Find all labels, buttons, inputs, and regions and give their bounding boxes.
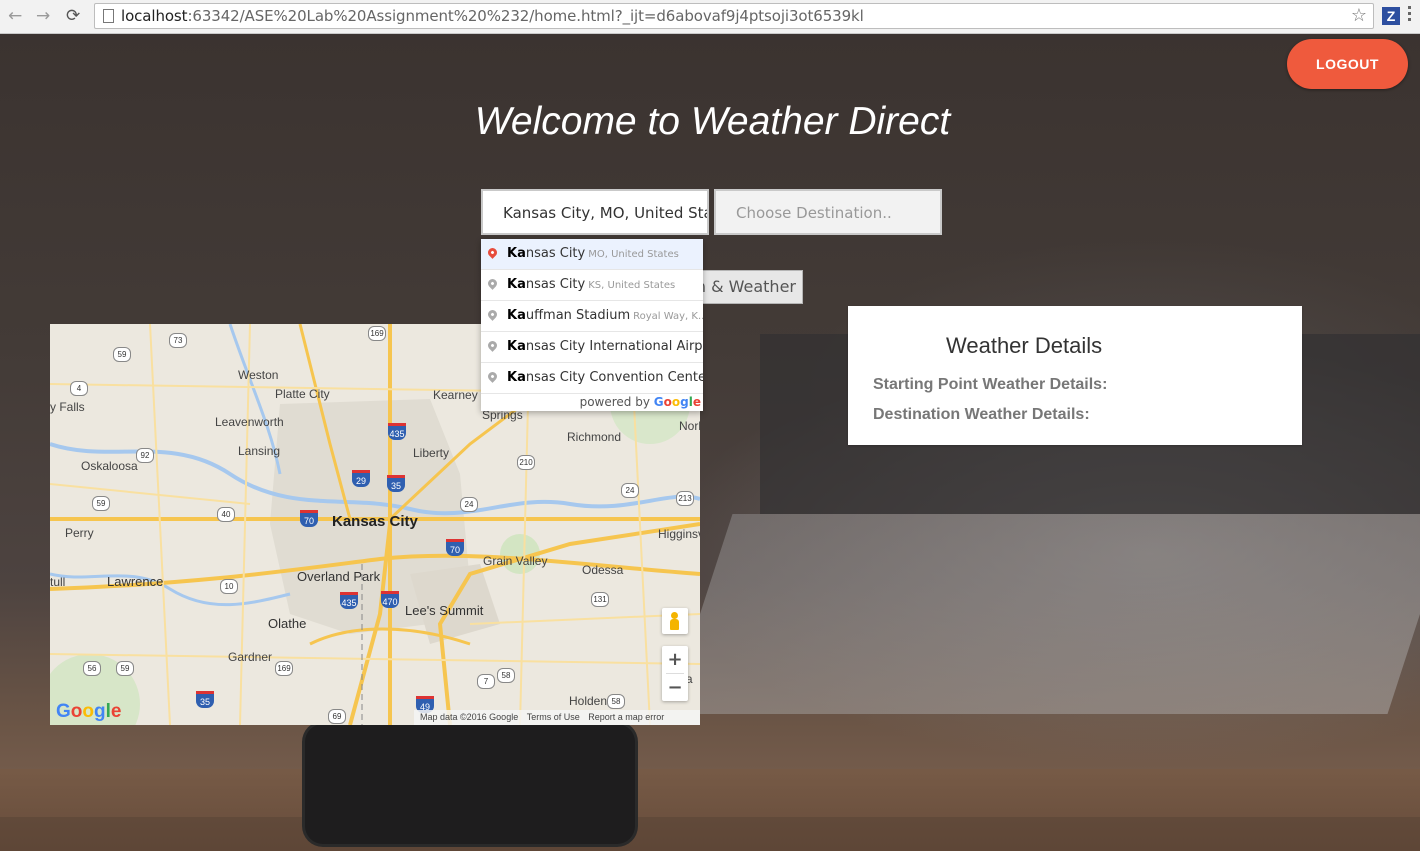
autocomplete-dropdown: Kansas City MO, United States Kansas City… — [481, 239, 703, 411]
map-label-higginsville: Higginsv — [658, 527, 700, 541]
map-label-gardner: Gardner — [228, 650, 273, 664]
route-58-icon: 58 — [497, 668, 515, 683]
forward-arrow-icon[interactable]: → — [36, 6, 50, 26]
map-pin-icon — [486, 277, 499, 290]
phone-photo — [305, 724, 635, 844]
map-pin-icon — [486, 308, 499, 321]
map-label-falls: y Falls — [50, 400, 85, 414]
map-label-oskaloosa: Oskaloosa — [81, 459, 138, 473]
zoom-out-button[interactable]: − — [662, 674, 688, 701]
autocomplete-item[interactable]: Kauffman Stadium Royal Way, K... — [481, 301, 703, 332]
map-label-lees-summit: Lee's Summit — [405, 603, 484, 618]
route-40-icon: 40 — [217, 507, 235, 522]
route-59-south-icon: 59 — [92, 496, 110, 511]
back-arrow-icon[interactable]: ← — [8, 6, 22, 26]
interstate-70-icon: 70 — [300, 510, 318, 527]
route-10-icon: 10 — [220, 579, 238, 594]
address-bar[interactable]: localhost:63342/ASE%20Lab%20Assignment%2… — [94, 3, 1374, 29]
interstate-470-icon: 470 — [381, 591, 399, 608]
weather-details-title: Weather Details — [946, 333, 1103, 358]
autocomplete-item[interactable]: Kansas City KS, United States — [481, 270, 703, 301]
map-label-lawrence: Lawrence — [107, 574, 164, 589]
start-weather-label: Starting Point Weather Details: — [873, 376, 1108, 393]
map-data-text: Map data ©2016 Google — [420, 712, 519, 722]
map-pin-icon — [486, 246, 499, 259]
map-label-liberty: Liberty — [413, 446, 450, 460]
route-69-icon: 69 — [328, 709, 346, 724]
route-58-east-icon: 58 — [607, 694, 625, 709]
autocomplete-item[interactable]: Kansas City International Airpo... — [481, 332, 703, 363]
terms-of-use-link[interactable]: Terms of Use — [527, 712, 580, 722]
origin-input[interactable]: Kansas City, MO, United States — [481, 189, 709, 235]
route-169-south-icon: 169 — [275, 661, 293, 676]
map-label-richmond: Richmond — [567, 430, 622, 444]
street-view-pegman-icon[interactable] — [662, 608, 688, 634]
laptop-body-photo — [667, 514, 1420, 714]
route-213-icon: 213 — [676, 491, 694, 506]
interstate-35-icon: 35 — [387, 475, 405, 492]
autocomplete-item[interactable]: Kansas City Convention Cente... — [481, 363, 703, 394]
interstate-435-south-icon: 435 — [340, 592, 358, 609]
route-7-icon: 7 — [477, 674, 495, 689]
table-photo — [0, 769, 1420, 851]
route-169-icon: 169 — [368, 326, 386, 341]
destination-input[interactable]: Choose Destination.. — [714, 189, 942, 235]
map-pin-icon — [486, 339, 499, 352]
page-icon — [103, 9, 114, 23]
map-label-leavenworth: Leavenworth — [215, 415, 284, 429]
route-24-icon: 24 — [460, 497, 478, 512]
interstate-70-east-icon: 70 — [446, 539, 464, 556]
map-label-olathe: Olathe — [268, 616, 307, 631]
map-label-platte-city: Platte City — [275, 387, 330, 401]
interstate-35-south-icon: 35 — [196, 691, 214, 708]
autocomplete-item[interactable]: Kansas City MO, United States — [481, 239, 703, 270]
zoom-control: + − — [662, 646, 688, 701]
google-logo[interactable]: Google — [56, 701, 121, 723]
map-label-grain-valley: Grain Valley — [483, 554, 548, 568]
route-4-icon: 4 — [70, 381, 88, 396]
reload-icon[interactable]: ⟳ — [66, 6, 80, 26]
logout-button[interactable]: LOGOUT — [1287, 39, 1408, 89]
route-73-icon: 73 — [169, 333, 187, 348]
route-210-icon: 210 — [517, 455, 535, 470]
weather-details-panel: Weather Details Starting Point Weather D… — [848, 306, 1302, 445]
bookmark-star-icon[interactable]: ☆ — [1351, 5, 1367, 26]
zoom-in-button[interactable]: + — [662, 646, 688, 673]
map-label-holden: Holden — [569, 694, 608, 708]
route-24-east-icon: 24 — [621, 483, 639, 498]
destination-weather-label: Destination Weather Details: — [873, 406, 1090, 423]
page-title: Welcome to Weather Direct — [474, 100, 951, 143]
map-label-perry: Perry — [65, 526, 94, 540]
browser-toolbar: ← → ⟳ localhost:63342/ASE%20Lab%20Assign… — [0, 0, 1420, 34]
map-label-weston: Weston — [238, 368, 279, 382]
powered-by-google: powered by Google — [579, 395, 701, 409]
route-92-icon: 92 — [136, 448, 154, 463]
report-map-error-link[interactable]: Report a map error — [588, 712, 664, 722]
interstate-29-icon: 29 — [352, 470, 370, 487]
map-label-norb: Norb — [679, 419, 700, 433]
route-59-sw-icon: 59 — [116, 661, 134, 676]
map-attribution: Map data ©2016 Google Terms of Use Repor… — [414, 710, 700, 725]
map-label-tull: tull — [50, 575, 66, 589]
route-59-icon: 59 — [113, 347, 131, 362]
map-label-lansing: Lansing — [238, 444, 281, 458]
map-label-odessa: Odessa — [582, 563, 624, 577]
map-label-kansas-city: Kansas City — [332, 513, 418, 530]
browser-menu-icon[interactable] — [1408, 6, 1412, 26]
interstate-435-icon: 435 — [388, 423, 406, 440]
url-text[interactable]: localhost:63342/ASE%20Lab%20Assignment%2… — [121, 7, 864, 25]
map-label-kearney: Kearney — [433, 388, 478, 402]
map-label-overland-park: Overland Park — [297, 569, 381, 584]
map-pin-icon — [486, 370, 499, 383]
route-56-icon: 56 — [83, 661, 101, 676]
route-131-icon: 131 — [591, 592, 609, 607]
extension-z-icon[interactable]: Z — [1382, 7, 1400, 25]
